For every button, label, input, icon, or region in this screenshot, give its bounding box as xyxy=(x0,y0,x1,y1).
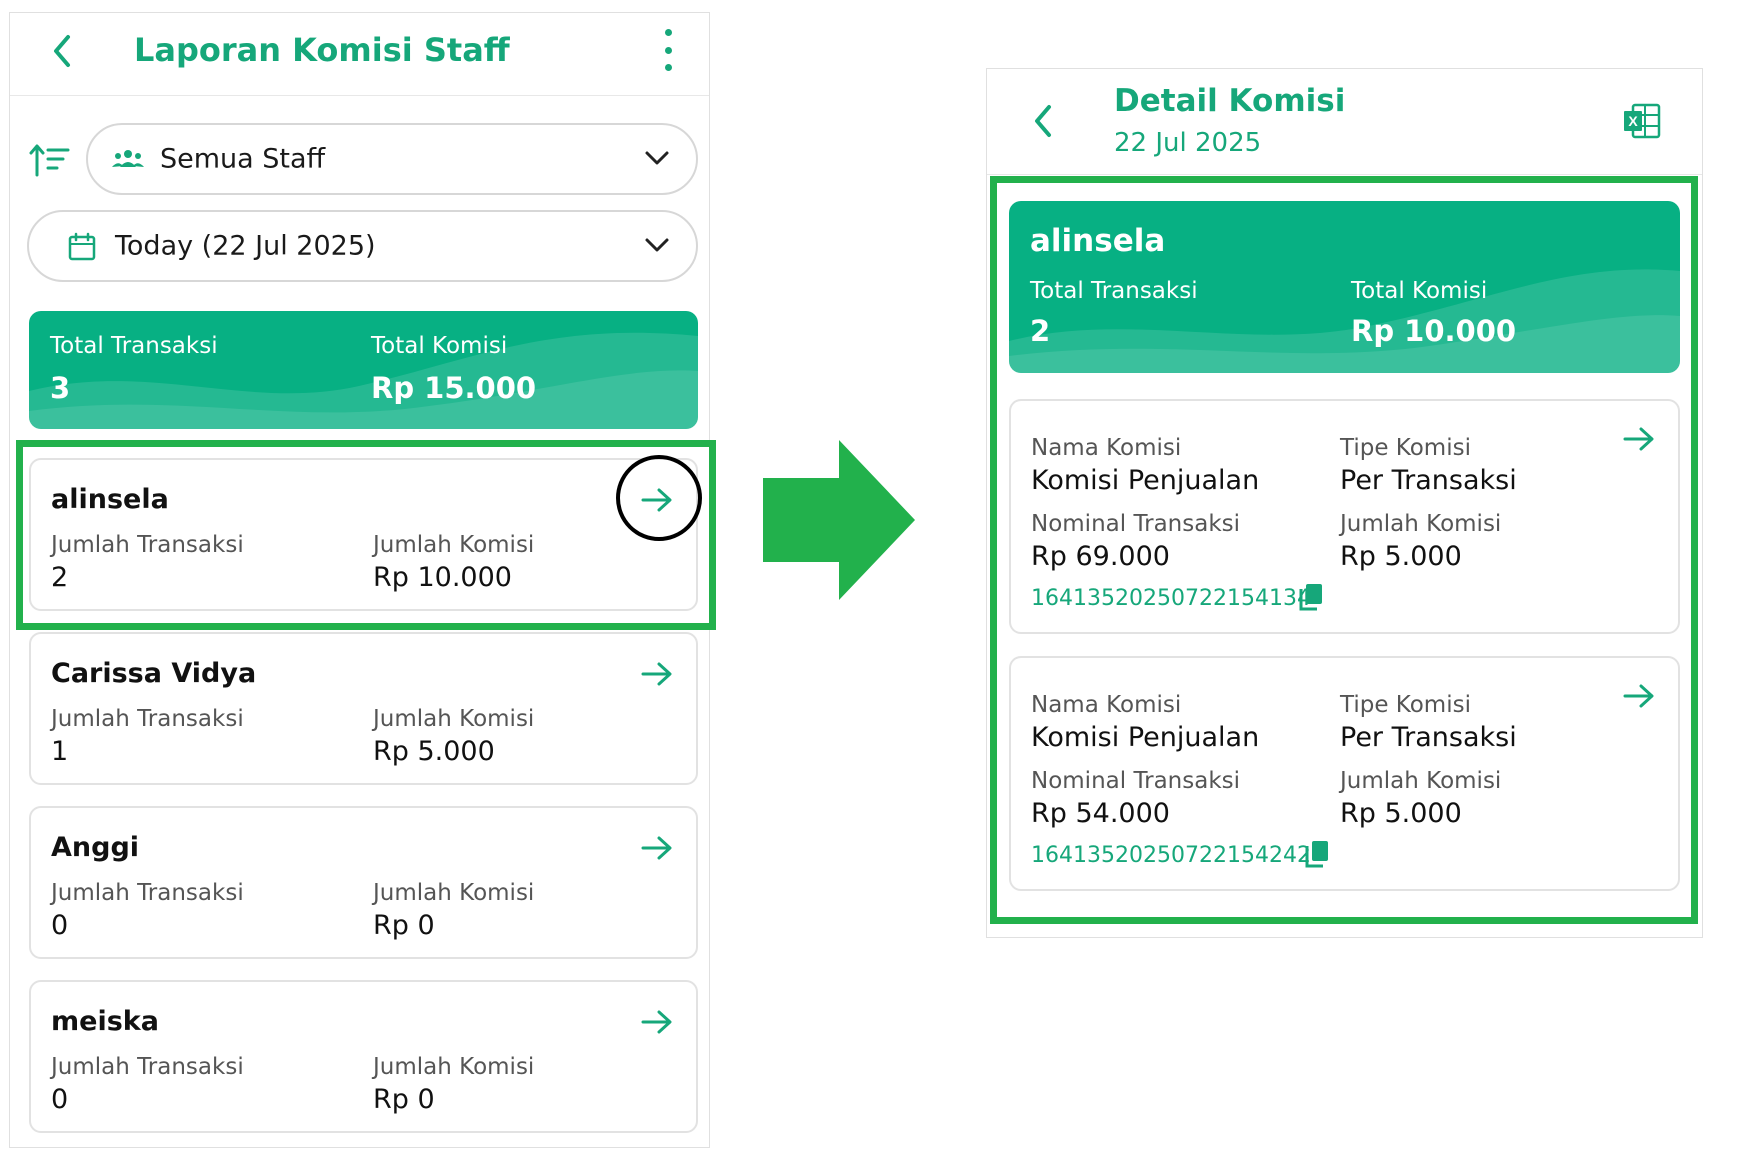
more-options-icon[interactable] xyxy=(661,29,675,71)
total-komisi-label: Total Komisi xyxy=(371,333,508,359)
page-title: Laporan Komisi Staff xyxy=(134,31,510,69)
commission-detail-screen: Detail Komisi 22 Jul 2025 X alinsela Tot… xyxy=(986,68,1703,938)
tipe-komisi-value: Per Transaksi xyxy=(1340,722,1517,753)
nama-komisi-label: Nama Komisi xyxy=(1031,692,1182,718)
jumlah-komisi-label: Jumlah Komisi xyxy=(373,1054,535,1080)
total-transaksi-label: Total Transaksi xyxy=(50,333,218,359)
back-chevron-icon[interactable] xyxy=(1029,99,1059,143)
staff-name: Anggi xyxy=(51,832,140,863)
transition-arrow-icon xyxy=(763,440,915,600)
jumlah-komisi-value: Rp 5.000 xyxy=(373,736,495,767)
arrow-right-icon[interactable] xyxy=(639,656,675,692)
arrow-right-icon[interactable] xyxy=(639,1004,675,1040)
jumlah-komisi-label: Jumlah Komisi xyxy=(1340,768,1502,794)
total-komisi-value: Rp 15.000 xyxy=(371,371,537,405)
excel-export-icon[interactable]: X xyxy=(1623,103,1661,139)
nama-komisi-value: Komisi Penjualan xyxy=(1031,465,1260,496)
jumlah-komisi-value: Rp 10.000 xyxy=(373,562,512,593)
staff-name: meiska xyxy=(51,1006,159,1037)
jumlah-transaksi-label: Jumlah Transaksi xyxy=(51,880,244,906)
nominal-transaksi-value: Rp 69.000 xyxy=(1031,541,1170,572)
commission-detail-card[interactable]: Nama Komisi Komisi Penjualan Tipe Komisi… xyxy=(1009,399,1680,634)
nominal-transaksi-value: Rp 54.000 xyxy=(1031,798,1170,829)
jumlah-komisi-label: Jumlah Komisi xyxy=(1340,511,1502,537)
total-komisi-value: Rp 10.000 xyxy=(1351,314,1517,348)
tipe-komisi-label: Tipe Komisi xyxy=(1340,692,1471,718)
app-header: Detail Komisi 22 Jul 2025 X xyxy=(987,69,1702,175)
transaction-id: 16413520250722154242 xyxy=(1031,843,1311,868)
svg-text:X: X xyxy=(1628,113,1638,129)
staff-commission-report-screen: Laporan Komisi Staff Semua Staff Today (… xyxy=(9,12,710,1148)
jumlah-transaksi-label: Jumlah Transaksi xyxy=(51,532,244,558)
group-icon xyxy=(112,150,144,167)
total-transaksi-value: 2 xyxy=(1030,314,1051,348)
staff-name: alinsela xyxy=(1030,223,1166,259)
date-filter-value: Today (22 Jul 2025) xyxy=(115,230,376,262)
nominal-transaksi-label: Nominal Transaksi xyxy=(1031,511,1241,537)
staff-card[interactable]: meiska Jumlah Transaksi 0 Jumlah Komisi … xyxy=(29,980,698,1133)
commission-detail-card[interactable]: Nama Komisi Komisi Penjualan Tipe Komisi… xyxy=(1009,656,1680,891)
date-filter-select[interactable]: Today (22 Jul 2025) xyxy=(27,210,698,282)
jumlah-transaksi-value: 0 xyxy=(51,910,69,941)
staff-name: alinsela xyxy=(51,484,169,515)
jumlah-transaksi-value: 1 xyxy=(51,736,69,767)
nama-komisi-label: Nama Komisi xyxy=(1031,435,1182,461)
total-transaksi-label: Total Transaksi xyxy=(1030,278,1198,304)
page-title: Detail Komisi xyxy=(1114,83,1346,119)
total-komisi-label: Total Komisi xyxy=(1351,278,1488,304)
staff-filter-value: Semua Staff xyxy=(160,143,326,175)
arrow-right-icon[interactable] xyxy=(1621,421,1657,457)
total-transaksi-value: 3 xyxy=(50,371,71,405)
copy-icon[interactable] xyxy=(1298,582,1324,612)
jumlah-komisi-label: Jumlah Komisi xyxy=(373,880,535,906)
sort-icon[interactable] xyxy=(28,141,72,181)
jumlah-transaksi-label: Jumlah Transaksi xyxy=(51,1054,244,1080)
jumlah-komisi-value: Rp 0 xyxy=(373,1084,435,1115)
chevron-down-icon xyxy=(645,238,669,252)
app-header: Laporan Komisi Staff xyxy=(10,13,709,96)
jumlah-komisi-value: Rp 0 xyxy=(373,910,435,941)
staff-card[interactable]: alinsela Jumlah Transaksi 2 Jumlah Komis… xyxy=(29,458,698,611)
nama-komisi-value: Komisi Penjualan xyxy=(1031,722,1260,753)
nominal-transaksi-label: Nominal Transaksi xyxy=(1031,768,1241,794)
jumlah-komisi-label: Jumlah Komisi xyxy=(373,706,535,732)
staff-card[interactable]: Anggi Jumlah Transaksi 0 Jumlah Komisi R… xyxy=(29,806,698,959)
jumlah-transaksi-value: 0 xyxy=(51,1084,69,1115)
staff-filter-select[interactable]: Semua Staff xyxy=(86,123,698,195)
arrow-right-icon[interactable] xyxy=(639,830,675,866)
jumlah-komisi-label: Jumlah Komisi xyxy=(373,532,535,558)
calendar-icon xyxy=(68,232,96,261)
copy-icon[interactable] xyxy=(1304,839,1330,869)
staff-name: Carissa Vidya xyxy=(51,658,257,689)
back-chevron-icon[interactable] xyxy=(48,29,78,73)
transaction-id: 16413520250722154134 xyxy=(1031,586,1311,611)
staff-card[interactable]: Carissa Vidya Jumlah Transaksi 1 Jumlah … xyxy=(29,632,698,785)
chevron-down-icon xyxy=(645,151,669,165)
jumlah-transaksi-label: Jumlah Transaksi xyxy=(51,706,244,732)
jumlah-komisi-value: Rp 5.000 xyxy=(1340,798,1462,829)
wave-decoration xyxy=(29,332,698,429)
arrow-right-icon[interactable] xyxy=(1621,678,1657,714)
jumlah-komisi-value: Rp 5.000 xyxy=(1340,541,1462,572)
arrow-right-icon[interactable] xyxy=(639,482,675,518)
commission-summary-card: Total Transaksi 3 Total Komisi Rp 15.000 xyxy=(29,311,698,429)
tipe-komisi-label: Tipe Komisi xyxy=(1340,435,1471,461)
page-date: 22 Jul 2025 xyxy=(1114,128,1262,158)
tipe-komisi-value: Per Transaksi xyxy=(1340,465,1517,496)
jumlah-transaksi-value: 2 xyxy=(51,562,69,593)
staff-summary-card: alinsela Total Transaksi 2 Total Komisi … xyxy=(1009,201,1680,373)
